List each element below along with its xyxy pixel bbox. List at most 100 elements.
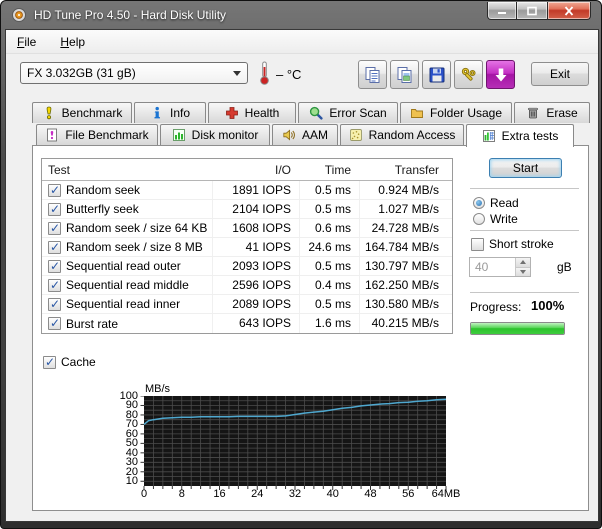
drive-selector-value: FX 3.032GB (31 gB) xyxy=(27,66,233,80)
io-value: 41 IOPS xyxy=(212,238,299,256)
io-value: 2093 IOPS xyxy=(212,257,299,275)
table-row[interactable]: Sequential read outer 2093 IOPS 0.5 ms 1… xyxy=(42,257,452,276)
divider xyxy=(470,292,579,293)
table-row[interactable]: Random seek 1891 IOPS 0.5 ms 0.924 MB/s xyxy=(42,181,452,200)
maximize-icon xyxy=(526,6,538,16)
header-time[interactable]: Time xyxy=(299,163,359,177)
progress-bar xyxy=(470,322,565,335)
tab-disk-monitor[interactable]: Disk monitor xyxy=(160,124,270,145)
title-bar[interactable]: HD Tune Pro 4.50 - Hard Disk Utility xyxy=(1,1,601,29)
copy-text-icon xyxy=(363,65,383,85)
tab-label: Folder Usage xyxy=(430,106,502,120)
short-stroke-option[interactable]: Short stroke xyxy=(471,237,554,251)
size-value: 40 xyxy=(470,258,515,276)
stepper-up-icon[interactable] xyxy=(516,258,530,268)
tab-erase[interactable]: Erase xyxy=(514,102,590,123)
row-checkbox[interactable] xyxy=(48,317,61,330)
tab-label: Extra tests xyxy=(502,129,559,143)
stepper-arrows xyxy=(515,258,530,276)
save-button[interactable] xyxy=(422,60,451,89)
table-row[interactable]: Random seek / size 64 KB 1608 IOPS 0.6 m… xyxy=(42,219,452,238)
cache-option[interactable]: Cache xyxy=(43,355,96,369)
row-checkbox[interactable] xyxy=(48,222,61,235)
cache-label: Cache xyxy=(61,355,96,369)
divider xyxy=(470,230,579,231)
test-name: Sequential read inner xyxy=(66,297,180,311)
save-icon xyxy=(427,65,447,85)
radio-write[interactable] xyxy=(473,213,485,225)
drive-selector[interactable]: FX 3.032GB (31 gB) xyxy=(20,62,248,84)
cache-chart-plot xyxy=(140,396,452,492)
copy-image-button[interactable] xyxy=(390,60,419,89)
read-label: Read xyxy=(490,196,519,210)
read-radio[interactable]: Read xyxy=(473,196,519,210)
file-benchmark-icon xyxy=(45,128,59,142)
transfer-value: 130.797 MB/s xyxy=(359,257,452,275)
row-checkbox[interactable] xyxy=(48,184,61,197)
tab-extra-tests[interactable]: Extra tests xyxy=(466,124,574,147)
x-tick-label: 56 xyxy=(390,489,426,500)
tab-benchmark[interactable]: Benchmark xyxy=(32,102,132,123)
time-value: 0.5 ms xyxy=(299,200,359,218)
size-stepper[interactable]: 40 xyxy=(469,257,531,277)
info-icon xyxy=(150,106,164,120)
close-button[interactable] xyxy=(547,2,591,20)
tab-health[interactable]: Health xyxy=(208,102,296,123)
x-tick-label: 64MB xyxy=(428,489,464,500)
update-icon xyxy=(491,65,511,85)
tab-label: Disk monitor xyxy=(192,128,259,142)
menu-help[interactable]: Help xyxy=(58,33,87,51)
cache-checkbox[interactable] xyxy=(43,356,56,369)
tab-aam[interactable]: AAM xyxy=(272,124,338,145)
row-checkbox[interactable] xyxy=(48,279,61,292)
short-stroke-label: Short stroke xyxy=(489,237,554,251)
start-button[interactable]: Start xyxy=(489,158,562,178)
tab-file-benchmark[interactable]: File Benchmark xyxy=(36,124,158,145)
update-button[interactable] xyxy=(486,60,515,89)
test-name: Sequential read outer xyxy=(66,259,181,273)
header-io[interactable]: I/O xyxy=(212,163,299,177)
table-row[interactable]: Burst rate 643 IOPS 1.6 ms 40.215 MB/s xyxy=(42,314,452,333)
table-row[interactable]: Butterfly seek 2104 IOPS 0.5 ms 1.027 MB… xyxy=(42,200,452,219)
row-checkbox[interactable] xyxy=(48,260,61,273)
options-icon xyxy=(459,65,479,85)
options-button[interactable] xyxy=(454,60,483,89)
random-access-icon xyxy=(349,128,363,142)
header-transfer[interactable]: Transfer xyxy=(359,163,452,177)
radio-read[interactable] xyxy=(473,197,485,209)
short-stroke-checkbox[interactable] xyxy=(471,238,484,251)
table-row[interactable]: Sequential read inner 2089 IOPS 0.5 ms 1… xyxy=(42,295,452,314)
header-test[interactable]: Test xyxy=(42,163,212,177)
test-name: Burst rate xyxy=(66,317,118,331)
row-checkbox[interactable] xyxy=(48,203,61,216)
minimize-button[interactable] xyxy=(487,2,517,20)
copy-image-icon xyxy=(395,65,415,85)
erase-icon xyxy=(526,106,540,120)
copy-text-button[interactable] xyxy=(358,60,387,89)
time-value: 0.5 ms xyxy=(299,257,359,275)
table-row[interactable]: Sequential read middle 2596 IOPS 0.4 ms … xyxy=(42,276,452,295)
row-checkbox[interactable] xyxy=(48,298,61,311)
time-value: 0.5 ms xyxy=(299,295,359,313)
exit-button[interactable]: Exit xyxy=(531,62,589,86)
io-value: 1891 IOPS xyxy=(212,181,299,199)
tab-label: Benchmark xyxy=(62,106,123,120)
tab-folder-usage[interactable]: Folder Usage xyxy=(400,102,512,123)
table-header: Test I/O Time Transfer xyxy=(42,159,452,181)
maximize-button[interactable] xyxy=(517,2,547,20)
menu-file[interactable]: File xyxy=(15,33,38,51)
error-scan-icon xyxy=(309,106,323,120)
transfer-value: 40.215 MB/s xyxy=(359,314,452,333)
tab-info[interactable]: Info xyxy=(134,102,206,123)
tab-random-access[interactable]: Random Access xyxy=(340,124,464,145)
time-value: 0.6 ms xyxy=(299,219,359,237)
window-title: HD Tune Pro 4.50 - Hard Disk Utility xyxy=(34,8,226,22)
transfer-value: 164.784 MB/s xyxy=(359,238,452,256)
tab-error-scan[interactable]: Error Scan xyxy=(298,102,398,123)
row-checkbox[interactable] xyxy=(48,241,61,254)
write-radio[interactable]: Write xyxy=(473,212,518,226)
stepper-down-icon[interactable] xyxy=(516,268,530,277)
tab-label: Random Access xyxy=(369,128,456,142)
folder-usage-icon xyxy=(410,106,424,120)
table-row[interactable]: Random seek / size 8 MB 41 IOPS 24.6 ms … xyxy=(42,238,452,257)
